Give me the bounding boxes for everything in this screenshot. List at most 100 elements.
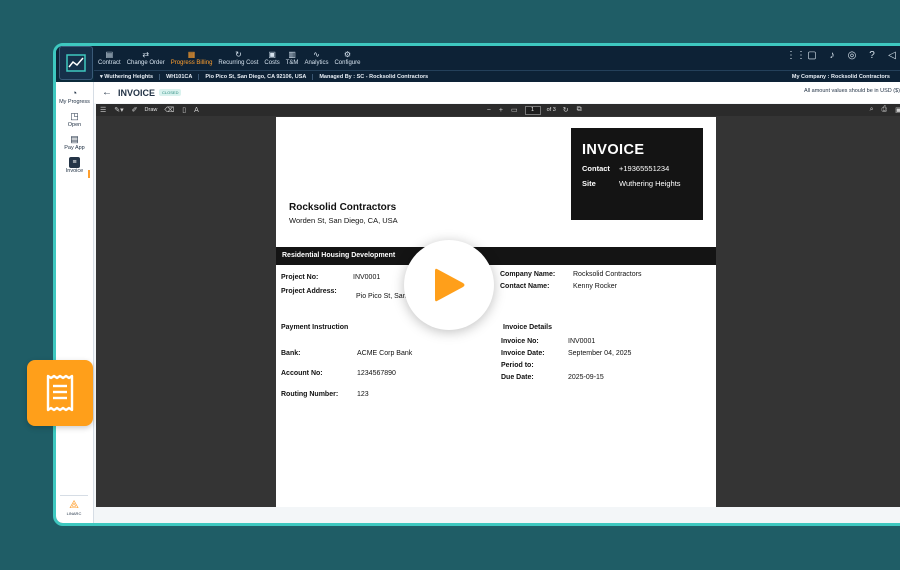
highlight-icon[interactable]: ✎▾ (114, 106, 123, 114)
eye-icon[interactable]: ◎ (846, 50, 858, 61)
save-icon[interactable]: ▣ (895, 106, 900, 114)
managed-by: Managed By : SC - Rocksolid Contractors (319, 73, 429, 80)
nav-label: T&M (285, 59, 299, 66)
zoom-in-icon[interactable]: + (499, 107, 503, 114)
open-icon: ◳ (70, 111, 79, 121)
page-title: INVOICE (118, 87, 156, 98)
text-tool-icon[interactable]: A (194, 107, 199, 114)
page-number-input[interactable]: 1 (524, 105, 541, 115)
period-label: Period to: (501, 362, 534, 369)
project-no-value: INV0001 (353, 274, 381, 281)
draw-icon[interactable]: ✐ (132, 106, 138, 114)
project-code: WH101CA (160, 73, 200, 80)
contact-label: Contact (582, 164, 610, 173)
project-address-label: Project Address: (281, 288, 337, 295)
nav-analytics[interactable]: ∿ Analytics (301, 46, 331, 70)
sidebar-item-open[interactable]: ◳ Open (56, 111, 93, 128)
period-field: Period to: (501, 362, 568, 369)
book-icon[interactable]: ▯ (182, 106, 186, 114)
main-content: ← INVOICE CLOSED All amount values shoul… (94, 82, 900, 523)
nav-costs[interactable]: ▣ Costs (261, 46, 282, 70)
contract-icon: ▤ (105, 49, 114, 59)
project-address: Pio Pico St, San Diego, CA 92106, USA (199, 73, 314, 80)
nav-change-order[interactable]: ⇄ Change Order (124, 46, 168, 70)
thumbnails-icon[interactable]: ☰ (100, 106, 106, 114)
announcement-icon[interactable]: ◁ (886, 50, 898, 61)
invoice-page: INVOICE Contact +19365551234 Site Wuther… (276, 117, 716, 507)
details-title: Invoice Details (503, 324, 553, 331)
print-icon[interactable]: ⎙ (882, 106, 888, 114)
bank-field: Bank: ACME Corp Bank (281, 350, 412, 357)
contact-name-field: Contact Name: Kenny Rocker (500, 283, 617, 290)
apps-grid-icon[interactable]: ⋮⋮ (786, 50, 806, 61)
costs-icon: ▣ (268, 49, 276, 59)
play-button[interactable] (404, 240, 494, 330)
sidebar-item-dashboard[interactable]: ◔ My Progress (56, 88, 93, 105)
project-no-label: Project No: (281, 274, 319, 281)
rotate-icon[interactable]: ↻ (563, 106, 569, 114)
change-order-icon: ⇄ (142, 49, 150, 59)
status-badge: CLOSED (159, 89, 182, 96)
contact-value: +19365551234 (619, 164, 670, 173)
sidebar: ◔ My Progress ◳ Open ▤ Pay App ≡ Invoice ⟁ LINA… (56, 82, 94, 523)
eraser-icon[interactable]: ⌫ (164, 106, 174, 114)
invoice-date-label: Invoice Date: (501, 350, 545, 357)
project-context-bar: ▾ Wuthering Heights WH101CA Pio Pico St,… (94, 70, 900, 82)
site-row: Site Wuthering Heights (582, 179, 692, 188)
nav-label: Analytics (304, 59, 329, 66)
top-right-icons: ⋮⋮ ▢ ♪ ◎? ◁ (786, 50, 898, 61)
page-total: of 3 (546, 107, 556, 113)
configure-icon: ⚙ (343, 49, 352, 59)
sidebar-item-pay-app[interactable]: ▤ Pay App (56, 134, 93, 151)
recurring-cost-icon: ↻ (235, 49, 242, 59)
my-company: My Company : Rocksolid Contractors (791, 73, 890, 80)
company-name-field: Company Name: Rocksolid Contractors (500, 271, 641, 278)
nav-configure[interactable]: ⚙ Configure (331, 46, 363, 70)
pdf-viewer: ☰ ✎▾ ✐ Draw ⌫ ▯ A − + ▭ 1 of 3 ↻ ⧉ ⌕ ⎙ ▣… (96, 104, 900, 507)
nav-label: Configure (334, 59, 361, 66)
invoice-icon: ≡ (69, 157, 80, 168)
project-address-field: Project Address: (281, 288, 356, 295)
nav-label: Contract (98, 59, 121, 66)
nav-tm[interactable]: ▥ T&M (283, 46, 302, 70)
draw-dropdown[interactable]: Draw (145, 107, 158, 113)
zoom-out-icon[interactable]: − (487, 107, 491, 114)
fit-page-icon[interactable]: ▭ (511, 106, 518, 114)
contact-row: Contact +19365551234 (582, 164, 692, 173)
account-value: 1234567890 (357, 370, 396, 377)
project-selector[interactable]: ▾ Wuthering Heights (94, 73, 161, 80)
brand-name: LINARC (66, 511, 82, 516)
brand-logo: ⟁ LINARC (60, 495, 88, 519)
back-arrow-icon[interactable]: ← (102, 87, 112, 98)
project-no-field: Project No: INV0001 (281, 274, 380, 281)
routing-label: Routing Number: (281, 391, 339, 398)
chat-icon[interactable]: ▢ (806, 50, 818, 61)
sidebar-item-label: Pay App (64, 145, 85, 151)
nav-progress-billing[interactable]: ▦ Progress Billing (168, 46, 216, 70)
due-date-value: 2025-09-15 (568, 374, 604, 381)
bell-icon[interactable]: ♪ (826, 50, 838, 61)
routing-field: Routing Number: 123 (281, 391, 369, 398)
nav-contract[interactable]: ▤ Contract (95, 46, 124, 70)
play-icon (435, 268, 465, 302)
contact-name-value: Kenny Rocker (573, 283, 617, 290)
receipt-feature-icon (27, 360, 93, 426)
due-date-field: Due Date: 2025-09-15 (501, 374, 604, 381)
invoice-date-value: September 04, 2025 (568, 350, 632, 357)
search-icon[interactable]: ⌕ (870, 106, 874, 114)
top-nav-items: ▤ Contract ⇄ Change Order ▦ Progress Billing ↻… (95, 46, 363, 70)
copy-icon[interactable]: ⧉ (577, 106, 582, 114)
nav-label: Recurring Cost (218, 59, 259, 66)
sidebar-item-label: Invoice (65, 168, 84, 174)
due-date-label: Due Date: (501, 374, 534, 381)
company-name: Rocksolid Contractors (289, 202, 397, 213)
nav-recurring-cost[interactable]: ↻ Recurring Cost (215, 46, 261, 70)
help-icon[interactable]: ? (866, 50, 878, 61)
invoice-date-field: Invoice Date: September 04, 2025 (501, 350, 631, 357)
sidebar-item-label: My Progress (59, 99, 90, 105)
account-field: Account No: 1234567890 (281, 370, 396, 377)
progress-billing-icon: ▦ (187, 49, 196, 59)
page-header: ← INVOICE CLOSED All amount values shoul… (94, 82, 900, 103)
app-logo[interactable] (59, 46, 93, 80)
tm-icon: ▥ (288, 49, 296, 59)
